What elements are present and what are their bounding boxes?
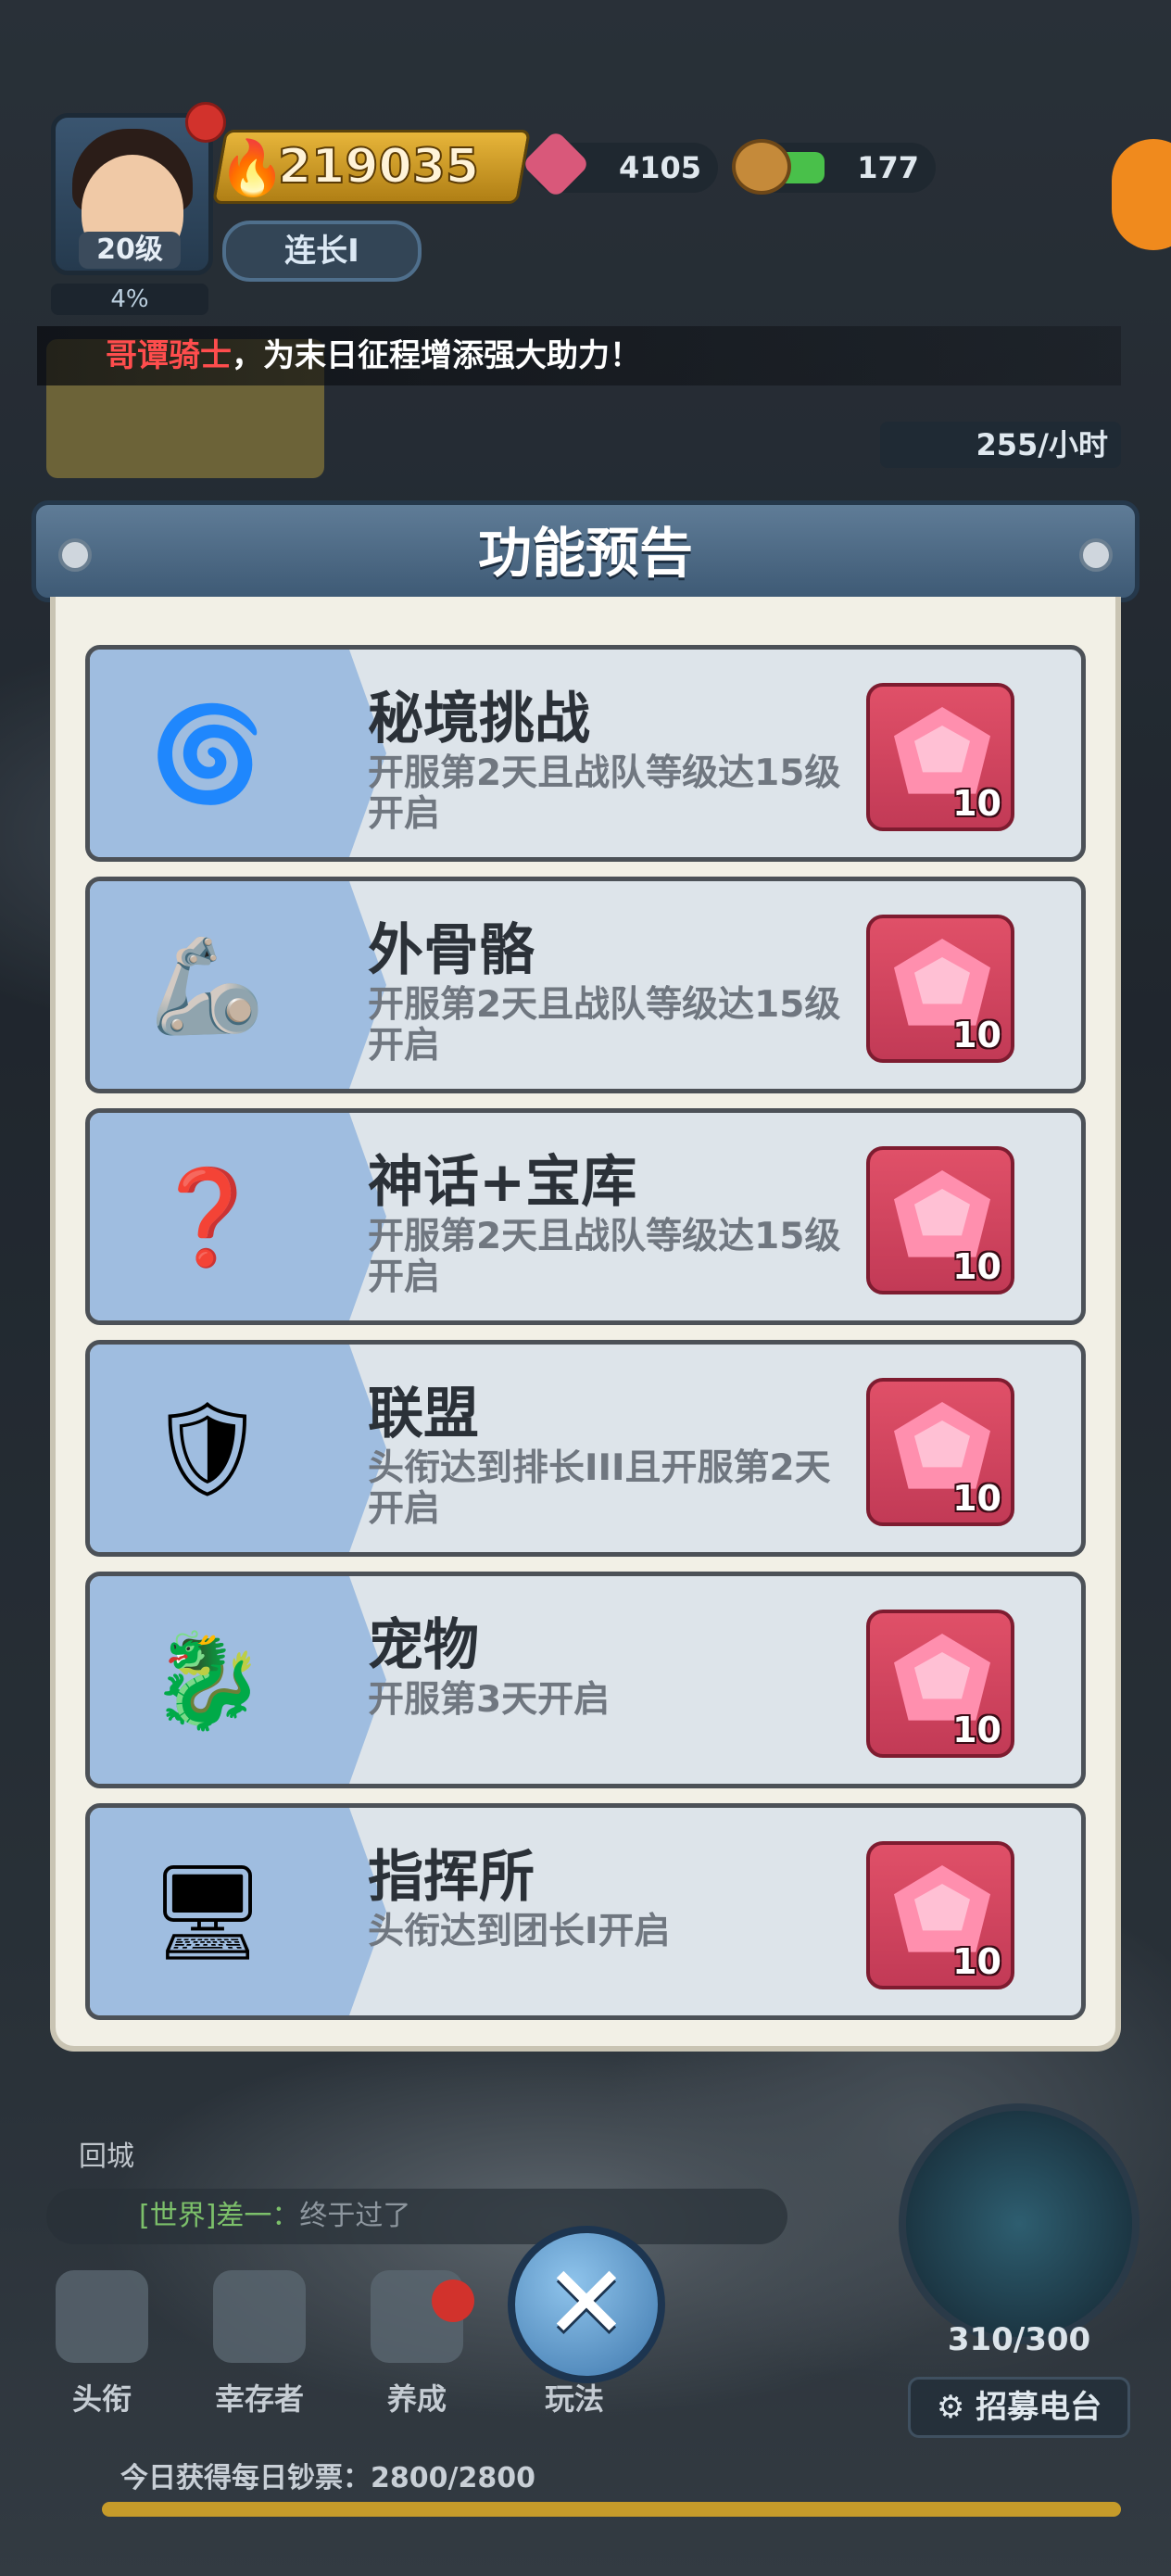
feature-desc: 头衔达到团长I开启 [368,1911,671,1952]
notice-text: ，为末日征程增添强大助力！ [232,337,641,374]
chat-message: 终于过了 [299,2200,411,2232]
notice-player-name: 哥谭骑士 [106,337,232,374]
feature-name: 外骨骼 [368,918,535,983]
feature-card[interactable]: 🐉 宠物 开服第3天开启 10 [85,1572,1086,1788]
nav-label: 玩法 [544,2381,604,2417]
pet-dragon-icon: 🐉 [149,1626,266,1735]
gem-reward-button[interactable]: 10 [866,1378,1014,1526]
gem-reward-button[interactable]: 10 [866,1610,1014,1758]
feature-card[interactable]: 🦾 外骨骼 开服第2天且战队等级达15级开启 10 [85,877,1086,1093]
reward-amount: 10 [952,783,1001,824]
feature-preview-dialog: 功能预告 🌀 秘境挑战 开服第2天且战队等级达15级开启 10 🦾 外骨骼 开服… [31,500,1140,2066]
flame-icon: 🔥 [219,136,286,199]
rank-badge[interactable]: 连长I [222,221,422,282]
broadcast-notice: 哥谭骑士，为末日征程增添强大助力！ [37,326,1121,385]
close-icon: ✕ [543,2243,630,2362]
reward-amount: 10 [952,1015,1001,1055]
star-shield-icon [56,2270,148,2363]
recruit-label: 招募电台 [976,2389,1102,2426]
power-value: 219035 [277,138,480,196]
wood-log-icon [732,139,791,195]
gem-reward-button[interactable]: 10 [866,915,1014,1063]
gem-reward-button[interactable]: 10 [866,1841,1014,1989]
feature-name: 秘境挑战 [368,687,590,751]
feature-name: 神话+宝库 [368,1150,637,1215]
exoskeleton-icon: 🦾 [149,931,266,1040]
radar-icon[interactable] [899,2103,1140,2344]
nav-survivor[interactable]: 幸存者 [195,2252,324,2437]
player-level: 20级 [79,232,181,269]
reward-amount: 10 [952,1710,1001,1750]
nav-label: 养成 [386,2381,447,2417]
feature-card[interactable]: ❓ 神话+宝库 开服第2天且战队等级达15级开启 10 [85,1108,1086,1325]
dialog-title: 功能预告 [477,522,693,585]
feature-desc: 开服第2天且战队等级达15级开启 [368,1216,841,1298]
feature-name: 指挥所 [368,1845,535,1910]
feature-name: 宠物 [368,1613,479,1678]
feature-card[interactable]: 🌀 秘境挑战 开服第2天且战队等级达15级开启 10 [85,645,1086,862]
gem-reward-button[interactable]: 10 [866,683,1014,831]
feature-name: 联盟 [368,1382,479,1446]
daily-reward-text: 今日获得每日钞票：2800/2800 [120,2462,535,2494]
feature-card[interactable]: 🛡 联盟 头衔达到排长III且开服第2天开启 10 [85,1340,1086,1557]
reward-amount: 10 [952,1478,1001,1519]
nav-develop[interactable]: 养成 [352,2252,482,2437]
nav-title[interactable]: 头衔 [37,2252,167,2437]
feature-desc: 开服第2天且战队等级达15级开启 [368,984,841,1067]
hat-icon [213,2270,306,2363]
mascot-icon[interactable] [1112,139,1171,250]
feature-desc: 开服第2天且战队等级达15级开启 [368,752,841,835]
feature-desc: 头衔达到排长III且开服第2天开启 [368,1447,831,1530]
feature-card[interactable]: 🖥 指挥所 头衔达到团长I开启 10 [85,1803,1086,2020]
chat-user: 差一： [216,2200,300,2232]
reward-amount: 10 [952,1941,1001,1982]
production-rate: 255/小时 [880,422,1121,468]
feature-desc: 开服第3天开启 [368,1679,611,1721]
recall-button[interactable]: 回城 [56,2076,157,2173]
portal-icon: 🌀 [149,700,266,808]
nav-label: 幸存者 [214,2381,304,2417]
recruit-radio-button[interactable]: ⚙ 招募电台 [908,2377,1130,2438]
command-post-icon: 🖥 [148,1858,267,1966]
mystery-box-icon: ❓ [149,1163,266,1271]
chat-bar[interactable]: [世界]差一：终于过了 [46,2189,787,2244]
nav-label: 头衔 [71,2381,132,2417]
troop-count: 310/300 [947,2321,1091,2358]
reward-amount: 10 [952,1246,1001,1287]
chat-channel: [世界] [139,2200,217,2232]
alliance-shield-icon: 🛡 [148,1395,267,1503]
nav-notification-dot [432,2279,474,2322]
daily-reward-bar [102,2502,1121,2517]
gem-reward-button[interactable]: 10 [866,1146,1014,1294]
close-button[interactable]: ✕ [508,2226,665,2383]
dialog-header: 功能预告 [31,500,1140,602]
xp-percent: 4% [51,284,208,315]
